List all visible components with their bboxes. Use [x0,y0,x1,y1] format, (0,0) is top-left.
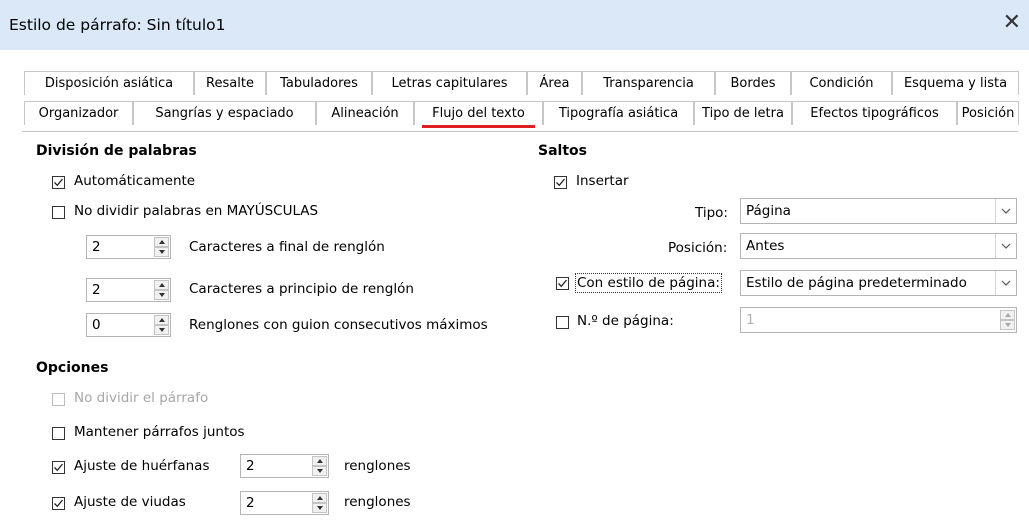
no-caps-checkbox[interactable] [52,206,65,219]
page-style-value: Estilo de página predeterminado [746,275,967,291]
tab-flujo-del-texto[interactable]: Flujo del texto [414,101,543,125]
tab-tipografia-asiatica[interactable]: Tipografía asiática [543,101,694,125]
spin-up-button[interactable] [154,315,169,325]
with-page-style-label: Con estilo de página: [575,273,722,293]
tab-letras-capitulares[interactable]: Letras capitulares [372,71,527,95]
page-number-value: 1 [746,312,755,328]
spin-down-button[interactable] [312,503,327,513]
automatic-label: Automáticamente [74,173,196,189]
insert-label: Insertar [576,173,629,189]
breaks-header: Saltos [538,143,587,159]
spin-up-button[interactable] [312,493,327,503]
checkmark-icon [556,178,566,187]
page-number-spinbox[interactable]: 1 [740,307,1017,333]
checkmark-icon [54,499,64,508]
tab-efectos-tipograficos[interactable]: Efectos tipográficos [792,101,957,125]
tab-sangrias-y-espaciado[interactable]: Sangrías y espaciado [133,101,316,125]
page-style-dropdown[interactable]: Estilo de página predeterminado [740,270,1017,296]
spin-down-button[interactable] [312,466,327,476]
tab-resalte[interactable]: Resalte [194,71,266,95]
hyphenation-header: División de palabras [36,143,197,159]
spin-up-button[interactable] [1000,310,1015,320]
tab-transparencia[interactable]: Transparencia [582,71,715,95]
orphan-label: Ajuste de huérfanas [74,458,210,474]
tab-alineacion[interactable]: Alineación [316,101,414,125]
chevron-down-icon [1001,243,1011,249]
max-consecutive-value: 0 [92,317,101,333]
spin-down-button[interactable] [154,247,169,257]
tab-organizador[interactable]: Organizador [24,101,133,125]
tab-bordes[interactable]: Bordes [715,71,791,95]
orphan-unit-label: renglones [344,458,411,474]
checkmark-icon [54,178,64,187]
chars-end-spinbox[interactable]: 2 [86,235,171,259]
spin-down-button[interactable] [154,325,169,335]
chevron-down-icon [1001,280,1011,286]
window-title: Estilo de párrafo: Sin título1 [9,16,226,34]
widow-label: Ajuste de viudas [74,494,186,510]
orphan-value: 2 [246,458,255,474]
page-number-checkbox[interactable] [556,316,569,329]
chars-start-value: 2 [92,282,101,298]
tab-posicion[interactable]: Posición [957,101,1019,125]
type-dropdown[interactable]: Página [740,198,1017,224]
insert-checkbox[interactable] [554,176,567,189]
dont-split-label: No dividir el párrafo [74,390,209,406]
tab-row-1: Disposición asiática Resalte Tabuladores… [24,71,1019,96]
tab-tipo-de-letra[interactable]: Tipo de letra [694,101,792,125]
checkmark-icon [54,463,64,472]
spin-up-button[interactable] [154,280,169,290]
close-icon[interactable]: ✕ [1003,10,1021,35]
tab-disposicion-asiatica[interactable]: Disposición asiática [24,71,194,95]
position-label: Posición: [668,240,728,256]
chars-start-spinbox[interactable]: 2 [86,278,171,302]
automatic-checkbox[interactable] [52,176,65,189]
orphan-spinbox[interactable]: 2 [240,454,329,478]
tab-condicion[interactable]: Condición [791,71,892,95]
chars-start-label: Caracteres a principio de renglón [189,281,414,297]
chevron-down-icon [1001,208,1011,214]
title-bar: Estilo de párrafo: Sin título1 ✕ [0,0,1029,50]
position-dropdown[interactable]: Antes [740,233,1017,259]
keep-together-label: Mantener párrafos juntos [74,424,245,440]
with-page-style-checkbox[interactable] [556,277,569,290]
max-consecutive-spinbox[interactable]: 0 [86,313,171,337]
checkmark-icon [558,279,568,288]
keep-together-checkbox[interactable] [52,427,65,440]
active-tab-indicator [422,125,535,128]
orphan-checkbox[interactable] [52,461,65,474]
spin-down-button[interactable] [1000,320,1015,330]
no-caps-label: No dividir palabras en MAYÚSCULAS [74,203,319,219]
spin-up-button[interactable] [312,456,327,466]
widow-value: 2 [246,495,255,511]
tab-tabuladores[interactable]: Tabuladores [266,71,372,95]
spin-up-button[interactable] [154,237,169,247]
dont-split-checkbox[interactable] [52,393,65,406]
widow-checkbox[interactable] [52,497,65,510]
type-label: Tipo: [695,205,728,221]
chars-end-value: 2 [92,239,101,255]
tab-area[interactable]: Área [527,71,582,95]
page-number-label: N.º de página: [577,313,674,329]
position-value: Antes [746,238,785,254]
options-header: Opciones [36,360,109,376]
type-value: Página [746,203,791,219]
chars-end-label: Caracteres a final de renglón [189,239,385,255]
tab-esquema-y-lista[interactable]: Esquema y lista [892,71,1019,95]
spin-down-button[interactable] [154,290,169,300]
widow-spinbox[interactable]: 2 [240,491,329,515]
max-consecutive-label: Renglones con guion consecutivos máximos [189,317,488,333]
widow-unit-label: renglones [344,494,411,510]
tab-row-2: Organizador Sangrías y espaciado Alineac… [24,101,1019,128]
